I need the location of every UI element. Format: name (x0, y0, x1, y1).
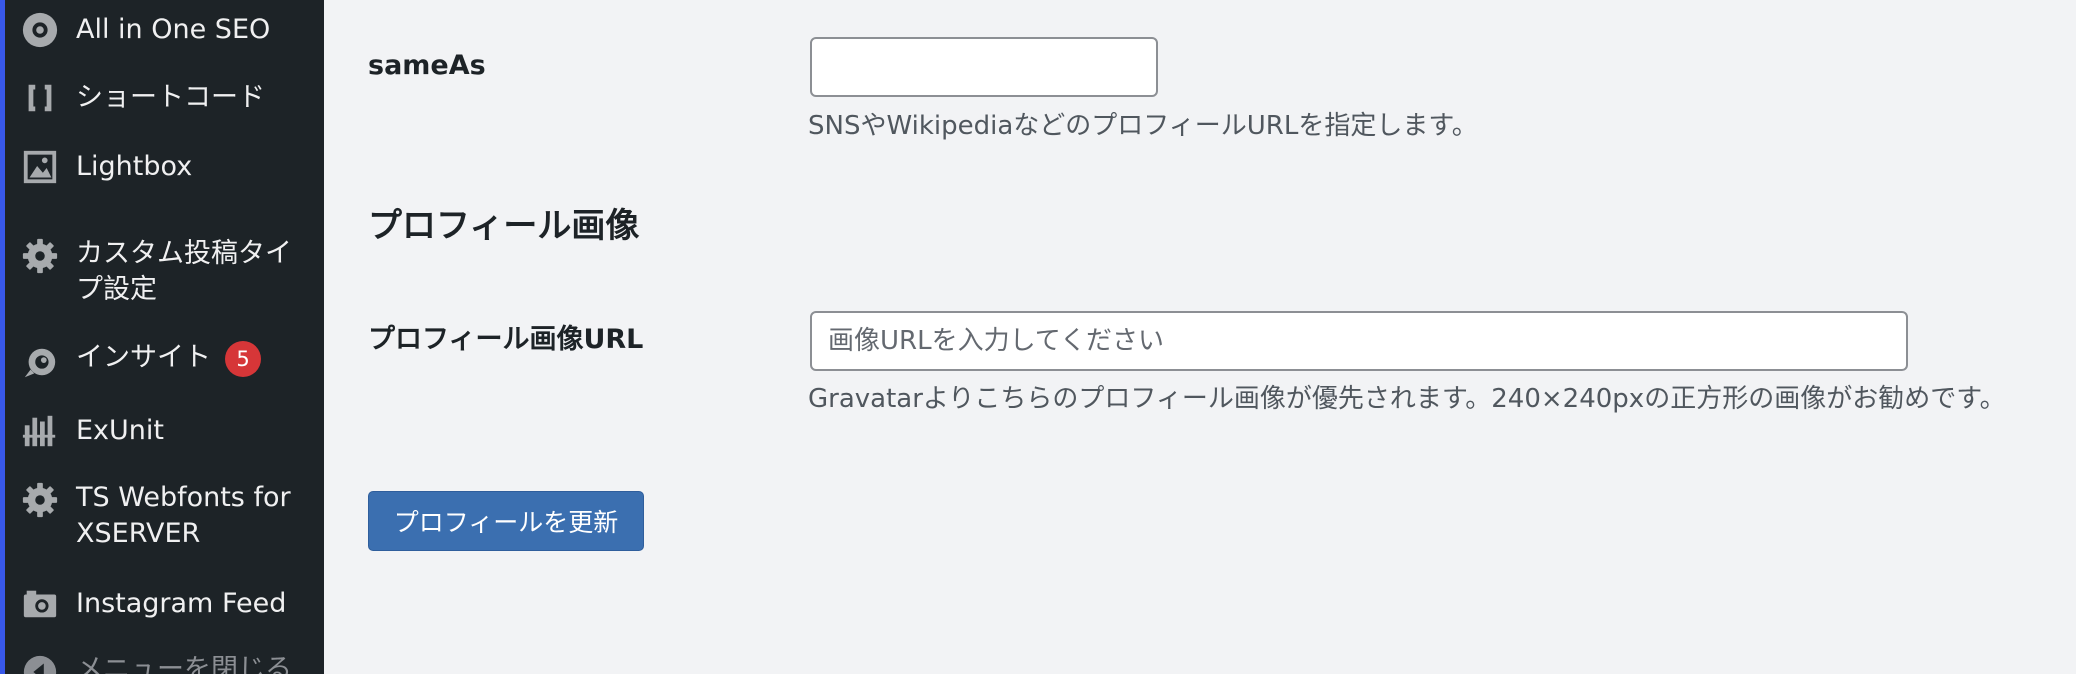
profile-image-url-description: Gravatarよりこちらのプロフィール画像が優先されます。240×240pxの… (808, 384, 2006, 414)
sidebar-item-label: Instagram Feed (76, 588, 287, 619)
sidebar-item-label: ExUnit (76, 415, 165, 446)
sameas-description: SNSやWikipediaなどのプロフィールURLを指定します。 (808, 111, 1478, 141)
sidebar-item-label: メニューを閉じる (76, 654, 292, 674)
exunit-icon (20, 411, 60, 451)
sameas-label: sameAs (368, 50, 486, 81)
insights-icon (20, 342, 60, 382)
profile-image-url-label: プロフィール画像URL (368, 324, 644, 355)
camera-icon (20, 584, 60, 624)
profile-image-url-input[interactable] (810, 311, 1908, 371)
sidebar-item-label: Lightbox (76, 151, 193, 182)
app-window: All in One SEO ショートコード Lightbox カスタム投稿タイ… (0, 0, 2076, 674)
sidebar-item-label: カスタム投稿タイプ設定 (76, 238, 292, 305)
profile-image-section-title: プロフィール画像 (368, 206, 640, 246)
gear-icon (20, 480, 60, 520)
aioseo-icon (20, 10, 60, 50)
sidebar-item-label-wrap: インサイト 5 (76, 340, 316, 377)
update-profile-button[interactable]: プロフィールを更新 (368, 491, 644, 551)
update-count-badge: 5 (225, 340, 261, 377)
admin-sidebar: All in One SEO ショートコード Lightbox カスタム投稿タイ… (0, 0, 324, 674)
sameas-input[interactable] (810, 37, 1158, 97)
shortcode-brackets-icon (20, 78, 60, 118)
gear-icon (20, 236, 60, 276)
sidebar-item-label: インサイト (76, 342, 211, 373)
collapse-arrow-icon (20, 652, 60, 674)
profile-form-area: sameAs SNSやWikipediaなどのプロフィールURLを指定します。 … (324, 0, 2076, 674)
sidebar-item-label: ショートコード (76, 82, 265, 113)
sidebar-item-label: All in One SEO (76, 14, 271, 45)
image-icon (20, 147, 60, 187)
sidebar-item-label: TS Webfonts for XSERVER (76, 482, 291, 549)
